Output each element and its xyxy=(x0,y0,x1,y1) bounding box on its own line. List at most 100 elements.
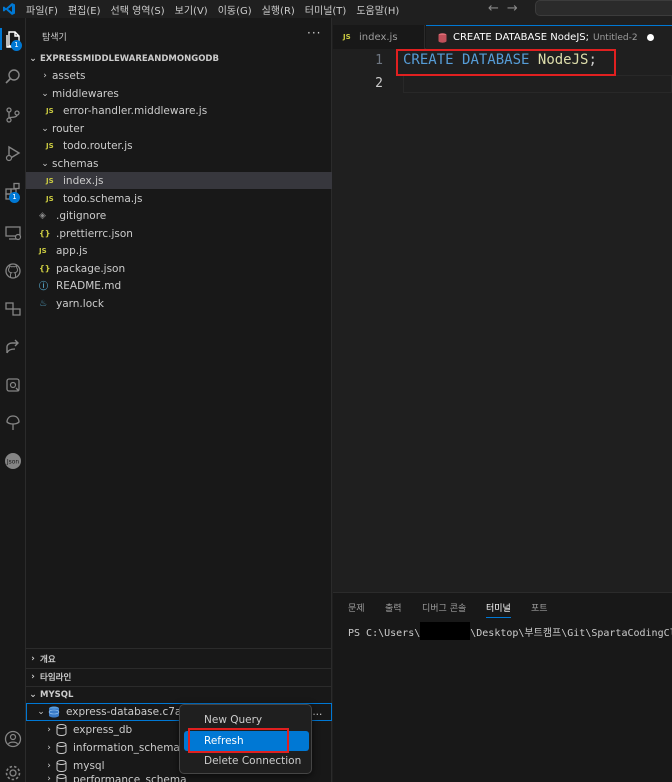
extensions-badge: 1 xyxy=(9,192,20,203)
mysql-label: MYSQL xyxy=(40,690,74,700)
unsaved-dot-icon[interactable] xyxy=(646,34,654,41)
tree-item-assets[interactable]: › assets xyxy=(26,67,332,84)
tree-item-index-js[interactable]: JS index.js xyxy=(26,172,332,189)
workspace-root[interactable]: ⌄ EXPRESSMIDDLEWAREANDMONGODB xyxy=(26,50,332,67)
mysql-section[interactable]: ⌄ MYSQL xyxy=(26,686,332,703)
tree-item-package-json[interactable]: {} package.json xyxy=(26,260,332,277)
sidebar-header: 탐색기 ··· xyxy=(26,18,332,50)
code-editor[interactable]: 1 2 CREATE DATABASE NodeJS; xyxy=(333,50,672,592)
chevron-right-icon: › xyxy=(31,672,35,682)
activity-account[interactable] xyxy=(0,728,26,750)
title-bar: 파일(F) 편집(E) 선택 영역(S) 보기(V) 이동(G) 실행(R) 터… xyxy=(0,0,672,18)
tree-icon xyxy=(6,415,20,430)
activity-tree[interactable] xyxy=(0,412,26,434)
menu-go[interactable]: 이동(G) xyxy=(213,2,257,17)
chevron-right-icon: › xyxy=(47,725,51,735)
tree-item-label: router xyxy=(52,122,85,135)
tree-item-schemas[interactable]: ⌄ schemas xyxy=(26,155,332,172)
activity-docker[interactable] xyxy=(0,374,26,396)
tree-item-label: todo.schema.js xyxy=(63,192,143,205)
chevron-right-icon: › xyxy=(47,761,51,771)
sidebar-title: 탐색기 xyxy=(42,33,67,43)
tree-item-yarn-lock[interactable]: ♨ yarn.lock xyxy=(26,295,332,312)
menu-selection[interactable]: 선택 영역(S) xyxy=(106,2,170,17)
js-file-icon: JS xyxy=(46,176,54,185)
tree-item-todo-router[interactable]: JS todo.router.js xyxy=(26,137,332,154)
outline-section[interactable]: › 개요 xyxy=(26,650,332,667)
activity-json[interactable]: Json xyxy=(0,450,26,472)
panel-tab-ports[interactable]: 포트 xyxy=(531,601,548,614)
json-file-icon: {} xyxy=(39,229,51,238)
chevron-right-icon: › xyxy=(31,653,35,664)
more-actions-icon[interactable]: ··· xyxy=(307,26,321,40)
tree-item-error-handler[interactable]: JS error-handler.middleware.js xyxy=(26,102,332,119)
panel-tab-terminal[interactable]: 터미널 xyxy=(486,601,511,618)
activity-extensions[interactable]: 1 xyxy=(0,180,26,203)
menu-terminal[interactable]: 터미널(T) xyxy=(300,2,352,17)
activity-github[interactable] xyxy=(0,260,26,282)
vscode-logo-icon xyxy=(3,3,15,15)
js-file-icon: JS xyxy=(39,246,47,255)
menu-refresh[interactable]: Refresh xyxy=(184,731,309,751)
line-number: 2 xyxy=(375,76,383,91)
tab-index-js[interactable]: JS index.js xyxy=(333,25,425,49)
activity-remote[interactable] xyxy=(0,222,26,244)
tree-item-label: yarn.lock xyxy=(56,297,104,310)
tree-item-prettierrc[interactable]: {} .prettierrc.json xyxy=(26,225,332,242)
gitignore-icon: ◈ xyxy=(39,210,46,221)
svg-text:Json: Json xyxy=(6,459,20,466)
activity-database[interactable] xyxy=(0,298,26,320)
menu-file[interactable]: 파일(F) xyxy=(21,2,63,17)
current-line-highlight xyxy=(403,75,672,93)
tree-item-gitignore[interactable]: ◈ .gitignore xyxy=(26,207,332,224)
menu-view[interactable]: 보기(V) xyxy=(170,2,213,17)
sql-punctuation: ; xyxy=(588,52,597,68)
tree-item-label: todo.router.js xyxy=(63,139,133,152)
forward-arrow-icon[interactable]: → xyxy=(507,1,526,16)
database-performance-schema[interactable]: › performance_schema xyxy=(26,774,332,782)
chevron-down-icon: ⌄ xyxy=(41,88,49,99)
tree-item-app-js[interactable]: JS app.js xyxy=(26,242,332,259)
command-center[interactable] xyxy=(535,0,672,16)
menu-run[interactable]: 실행(R) xyxy=(257,2,300,17)
js-file-icon: JS xyxy=(46,141,54,150)
database-label: mysql xyxy=(73,760,105,772)
editor-tabs: JS index.js CREATE DATABASE NodeJS; Unti… xyxy=(333,25,672,49)
tree-item-label: schemas xyxy=(52,157,99,170)
terminal-prompt[interactable]: PS C:\Users\ \Desktop\부트캠프\Git\SpartaCodi… xyxy=(348,622,672,640)
activity-search[interactable] xyxy=(0,66,26,88)
menu-edit[interactable]: 편집(E) xyxy=(63,2,106,17)
menu-new-query[interactable]: New Query xyxy=(184,710,309,730)
database-icon xyxy=(56,774,67,782)
timeline-section[interactable]: › 타임라인 xyxy=(26,668,332,685)
terminal-prefix: PS C:\Users\ xyxy=(348,628,421,639)
back-arrow-icon[interactable]: ← xyxy=(488,1,507,16)
panel-tab-output[interactable]: 출력 xyxy=(385,601,402,614)
database-icon xyxy=(56,724,67,736)
redacted-block xyxy=(420,622,471,640)
tab-label: index.js xyxy=(359,31,398,43)
github-icon xyxy=(5,263,21,279)
line-number: 1 xyxy=(375,53,383,68)
share-icon xyxy=(6,339,19,354)
tab-untitled-2[interactable]: CREATE DATABASE NodeJS; Untitled-2 xyxy=(426,25,672,49)
activity-share[interactable] xyxy=(0,336,26,358)
panel-tab-debug-console[interactable]: 디버그 콘솔 xyxy=(422,601,466,614)
menu-help[interactable]: 도움말(H) xyxy=(351,2,404,17)
activity-run-debug[interactable] xyxy=(0,142,26,164)
json-icon: Json xyxy=(5,453,21,469)
activity-explorer[interactable]: 1 xyxy=(0,28,26,51)
tree-item-router[interactable]: ⌄ router xyxy=(26,120,332,137)
code-line-1[interactable]: CREATE DATABASE NodeJS; xyxy=(403,52,597,68)
database-label: express_db xyxy=(73,724,133,736)
chevron-down-icon: ⌄ xyxy=(29,690,37,700)
activity-settings[interactable] xyxy=(0,762,26,782)
chevron-down-icon: ⌄ xyxy=(37,707,45,717)
tree-item-todo-schema[interactable]: JS todo.schema.js xyxy=(26,190,332,207)
tree-item-middlewares[interactable]: ⌄ middlewares xyxy=(26,85,332,102)
menu-delete-connection[interactable]: Delete Connection xyxy=(184,751,309,771)
activity-source-control[interactable] xyxy=(0,104,26,126)
tab-label: CREATE DATABASE NodeJS; xyxy=(453,32,589,43)
tree-item-readme[interactable]: ⓘ README.md xyxy=(26,277,332,294)
panel-tab-problems[interactable]: 문제 xyxy=(348,601,365,614)
